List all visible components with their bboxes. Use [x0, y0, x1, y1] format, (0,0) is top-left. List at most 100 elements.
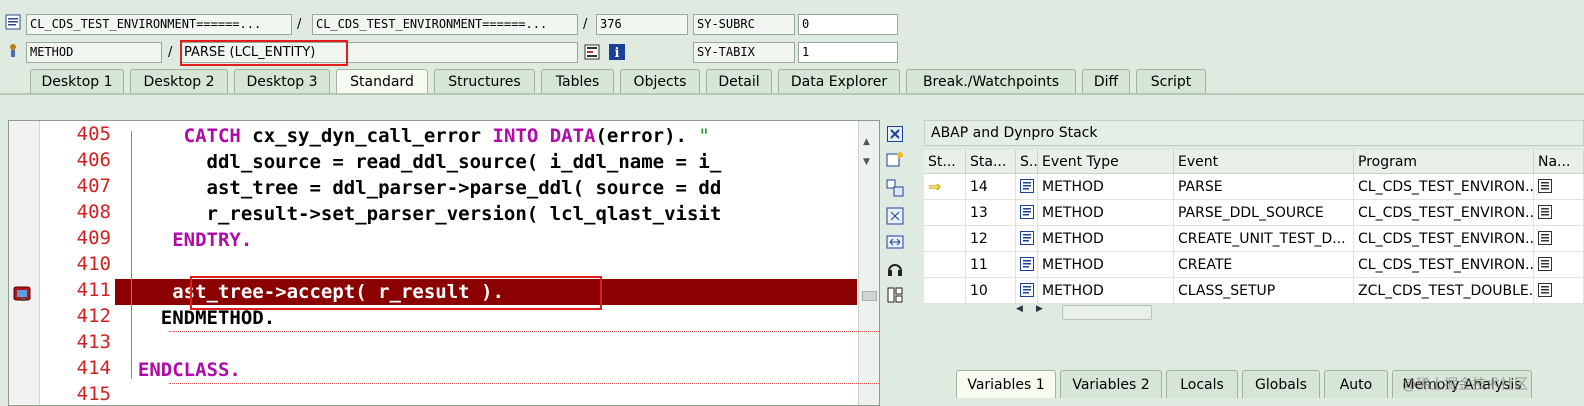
- code-line[interactable]: r_result->set_parser_version( lcl_qlast_…: [115, 201, 857, 227]
- navigate-cell[interactable]: [1534, 252, 1584, 278]
- event-type-field[interactable]: METHOD: [26, 42, 162, 63]
- horizontal-scrollbar[interactable]: ◀ ▶: [1016, 304, 1156, 320]
- scroll-right-icon[interactable]: ▶: [1036, 304, 1043, 314]
- tab-objects[interactable]: Objects: [620, 69, 700, 93]
- event-name[interactable]: PARSE: [1174, 174, 1354, 200]
- tab-tables[interactable]: Tables: [541, 69, 614, 93]
- code-line[interactable]: ddl_source = read_ddl_source( i_ddl_name…: [115, 149, 857, 175]
- program-field[interactable]: CL_CDS_TEST_ENVIRONMENT======...: [26, 14, 292, 35]
- tab-desktop-1[interactable]: Desktop 1: [30, 69, 124, 93]
- column-header[interactable]: Sta...: [966, 150, 1016, 174]
- headset-icon[interactable]: [884, 258, 906, 280]
- code-line[interactable]: CATCH cx_sy_dyn_call_error INTO DATA(err…: [115, 123, 857, 149]
- code-line[interactable]: [115, 331, 857, 357]
- navigate-cell[interactable]: [1534, 200, 1584, 226]
- event-type[interactable]: METHOD: [1038, 252, 1174, 278]
- navigate-icon[interactable]: [1538, 283, 1552, 297]
- navigate-icon[interactable]: [1538, 205, 1552, 219]
- code-token: r_result->set_parser_version( lcl_qlast_…: [206, 203, 722, 225]
- close-icon[interactable]: [884, 123, 906, 145]
- debugger-position-icon: [13, 285, 33, 303]
- event-name[interactable]: CREATE: [1174, 252, 1354, 278]
- event-name[interactable]: CLASS_SETUP: [1174, 278, 1354, 304]
- column-header[interactable]: S...: [1016, 150, 1038, 174]
- stack-level[interactable]: 12: [966, 226, 1016, 252]
- code-line[interactable]: [115, 383, 857, 405]
- stack-level[interactable]: 10: [966, 278, 1016, 304]
- tab-variables-1[interactable]: Variables 1: [956, 370, 1056, 398]
- stack-level[interactable]: 11: [966, 252, 1016, 278]
- program-name[interactable]: CL_CDS_TEST_ENVIRON...: [1354, 200, 1534, 226]
- tab-data-explorer[interactable]: Data Explorer: [778, 69, 900, 93]
- program-name[interactable]: CL_CDS_TEST_ENVIRON...: [1354, 174, 1534, 200]
- event-type[interactable]: METHOD: [1038, 174, 1174, 200]
- type-icon-cell: [1016, 278, 1038, 304]
- source-editor[interactable]: 405 406 407 408 409 410 411 412 413 414 415 CATCH …: [8, 120, 880, 406]
- display-icon[interactable]: [584, 44, 600, 60]
- code-line[interactable]: ENDCLASS.: [115, 357, 857, 383]
- event-name[interactable]: PARSE_DDL_SOURCE: [1174, 200, 1354, 226]
- separator: /: [168, 45, 173, 60]
- program-name[interactable]: CL_CDS_TEST_ENVIRON...: [1354, 226, 1534, 252]
- tab-standard[interactable]: Standard: [336, 69, 428, 93]
- editor-scrollbar[interactable]: ▲ ▼: [858, 121, 879, 405]
- sy-subrc-value[interactable]: 0: [798, 14, 898, 35]
- navigate-icon[interactable]: [1538, 257, 1552, 271]
- tab-desktop-3[interactable]: Desktop 3: [234, 69, 330, 93]
- tab-locals[interactable]: Locals: [1166, 370, 1238, 398]
- info-icon[interactable]: i: [609, 44, 625, 61]
- statement-separator: [169, 331, 879, 332]
- column-header[interactable]: Na...: [1534, 150, 1584, 174]
- maximize-icon[interactable]: [884, 205, 906, 227]
- scroll-left-icon[interactable]: ◀: [1016, 304, 1023, 314]
- navigate-icon[interactable]: [1538, 179, 1552, 193]
- event-name[interactable]: CREATE_UNIT_TEST_D...: [1174, 226, 1354, 252]
- tab-auto[interactable]: Auto: [1324, 370, 1388, 398]
- navigate-icon[interactable]: [1538, 231, 1552, 245]
- navigate-cell[interactable]: [1534, 226, 1584, 252]
- sy-tabix-value[interactable]: 1: [798, 42, 898, 63]
- fold-guide: [131, 131, 132, 379]
- breakpoint-gutter[interactable]: [9, 121, 40, 405]
- tab-detail[interactable]: Detail: [706, 69, 772, 93]
- scroll-up-icon[interactable]: ▲: [863, 137, 870, 147]
- stack-level[interactable]: 14: [966, 174, 1016, 200]
- event-type[interactable]: METHOD: [1038, 200, 1174, 226]
- event-type[interactable]: METHOD: [1038, 226, 1174, 252]
- scroll-thumb[interactable]: [862, 291, 877, 301]
- tab-structures[interactable]: Structures: [434, 69, 535, 93]
- new-window-icon[interactable]: [884, 149, 906, 171]
- line-number-field[interactable]: 376: [596, 14, 688, 35]
- program-name[interactable]: ZCL_CDS_TEST_DOUBLE...: [1354, 278, 1534, 304]
- sy-subrc-label: SY-SUBRC: [693, 14, 795, 35]
- tab-break-watchpoints[interactable]: Break./Watchpoints: [906, 69, 1076, 93]
- event-highlight-box: [180, 40, 348, 66]
- tab-desktop-2[interactable]: Desktop 2: [130, 69, 228, 93]
- stack-level[interactable]: 13: [966, 200, 1016, 226]
- column-header[interactable]: Program: [1354, 150, 1534, 174]
- keyword-token: CATCH: [183, 125, 253, 147]
- resize-icon[interactable]: [884, 231, 906, 253]
- tab-variables-2[interactable]: Variables 2: [1060, 370, 1162, 398]
- navigate-cell[interactable]: [1534, 278, 1584, 304]
- include-field[interactable]: CL_CDS_TEST_ENVIRONMENT======...: [312, 14, 578, 35]
- navigate-cell[interactable]: [1534, 174, 1584, 200]
- tab-script[interactable]: Script: [1136, 69, 1206, 93]
- code-line[interactable]: ast_tree = ddl_parser->parse_ddl( source…: [115, 175, 857, 201]
- column-header[interactable]: Event: [1174, 150, 1354, 174]
- hscroll-thumb[interactable]: [1062, 305, 1152, 320]
- tab-globals[interactable]: Globals: [1242, 370, 1320, 398]
- swap-panes-icon[interactable]: [884, 177, 906, 199]
- column-header[interactable]: Event Type: [1038, 150, 1174, 174]
- split-icon[interactable]: [884, 284, 906, 306]
- event-type[interactable]: METHOD: [1038, 278, 1174, 304]
- tab-diff[interactable]: Diff: [1082, 69, 1130, 93]
- code-line[interactable]: ENDTRY.: [115, 227, 857, 253]
- column-header[interactable]: St...: [924, 150, 966, 174]
- code-lines[interactable]: CATCH cx_sy_dyn_call_error INTO DATA(err…: [115, 121, 857, 405]
- scroll-down-icon[interactable]: ▼: [863, 157, 870, 167]
- watermark: @稀土掘金技术社区: [1402, 377, 1528, 393]
- program-name[interactable]: CL_CDS_TEST_ENVIRON...: [1354, 252, 1534, 278]
